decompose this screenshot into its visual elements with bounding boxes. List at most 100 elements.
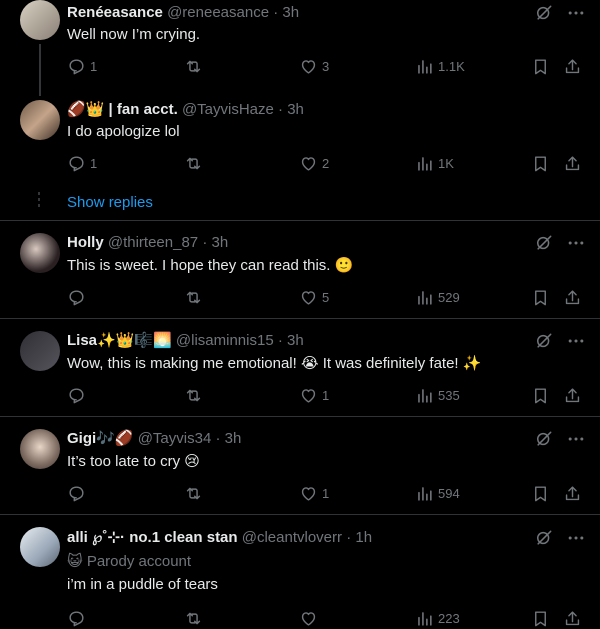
share-button[interactable] bbox=[563, 484, 582, 503]
author-handle[interactable]: @thirteen_87 bbox=[108, 234, 198, 251]
tweet-text-body: It’s too late to cry bbox=[67, 453, 181, 470]
tweet-top-actions bbox=[534, 3, 586, 23]
author-handle[interactable]: @lisaminnis15 bbox=[176, 332, 274, 349]
like-button[interactable]: 1 bbox=[299, 386, 329, 405]
tweet[interactable]: 🏈👑 | fan acct. @TayvisHaze · 3h I do apo… bbox=[0, 100, 600, 220]
share-icon bbox=[563, 288, 582, 307]
tweet[interactable]: Renéeasance @reneeasance · 3h Well now I… bbox=[0, 0, 600, 96]
author-name[interactable]: Gigi bbox=[67, 430, 96, 447]
more-icon[interactable] bbox=[566, 528, 586, 548]
tweet[interactable]: Holly @thirteen_87 · 3h This is sweet. I… bbox=[0, 221, 600, 318]
tweet[interactable]: alli ℘˚⊹· no.1 clean stan @cleantvloverr… bbox=[0, 515, 600, 628]
bookmark-button[interactable] bbox=[531, 609, 550, 628]
repost-button[interactable] bbox=[184, 484, 203, 503]
repost-button[interactable] bbox=[184, 154, 203, 173]
reply-icon bbox=[67, 57, 86, 76]
timestamp[interactable]: · 3h bbox=[278, 332, 304, 349]
views-button[interactable]: 1.1K bbox=[415, 57, 465, 76]
views-button[interactable]: 223 bbox=[415, 609, 460, 628]
tweet-text: This is sweet. I hope they can read this… bbox=[67, 256, 353, 276]
like-button[interactable]: 3 bbox=[299, 57, 329, 76]
avatar[interactable] bbox=[20, 527, 60, 567]
reply-icon bbox=[67, 609, 86, 628]
share-icon bbox=[563, 57, 582, 76]
like-button[interactable]: 5 bbox=[299, 288, 329, 307]
reply-button[interactable] bbox=[67, 484, 86, 503]
grok-icon[interactable] bbox=[534, 331, 554, 351]
tweet-text-body: Wow, this is making me emotional! bbox=[67, 355, 297, 372]
views-icon bbox=[415, 288, 434, 307]
views-button[interactable]: 594 bbox=[415, 484, 460, 503]
author-handle[interactable]: @Tayvis34 bbox=[138, 430, 212, 447]
bookmark-button[interactable] bbox=[531, 386, 550, 405]
timestamp[interactable]: · 3h bbox=[215, 430, 241, 447]
like-button[interactable]: 1 bbox=[299, 484, 329, 503]
more-icon[interactable] bbox=[566, 429, 586, 449]
action-bar: 5 529 bbox=[67, 288, 587, 308]
more-icon[interactable] bbox=[566, 233, 586, 253]
repost-button[interactable] bbox=[184, 386, 203, 405]
share-button[interactable] bbox=[563, 57, 582, 76]
author-name[interactable]: Lisa bbox=[67, 332, 97, 349]
parody-label-text: Parody account bbox=[86, 553, 192, 570]
bookmark-button[interactable] bbox=[531, 484, 550, 503]
tweet-text: Wow, this is making me emotional! 😭 It w… bbox=[67, 354, 481, 374]
grok-icon[interactable] bbox=[534, 3, 554, 23]
bookmark-button[interactable] bbox=[531, 57, 550, 76]
author-name[interactable]: Renéeasance bbox=[67, 4, 163, 21]
timestamp[interactable]: · 3h bbox=[202, 234, 228, 251]
author-handle[interactable]: @reneeasance bbox=[167, 4, 269, 21]
share-button[interactable] bbox=[563, 386, 582, 405]
like-button[interactable]: 2 bbox=[299, 154, 329, 173]
tweet[interactable]: Lisa✨👑🎼🌅 @lisaminnis15 · 3h Wow, this is… bbox=[0, 319, 600, 416]
repost-button[interactable] bbox=[184, 288, 203, 307]
more-icon[interactable] bbox=[566, 3, 586, 23]
avatar[interactable] bbox=[20, 100, 60, 140]
like-count: 2 bbox=[322, 156, 330, 171]
tweet[interactable]: Gigi🎶🏈 @Tayvis34 · 3h It’s too late to c… bbox=[0, 417, 600, 514]
view-count: 223 bbox=[438, 611, 460, 626]
views-icon bbox=[415, 57, 434, 76]
author-handle[interactable]: @TayvisHaze bbox=[182, 101, 274, 118]
author-name[interactable]: Holly bbox=[67, 234, 104, 251]
reply-button[interactable]: 1 bbox=[67, 57, 97, 76]
author-handle[interactable]: @cleantvloverr bbox=[242, 529, 342, 546]
more-icon[interactable] bbox=[566, 331, 586, 351]
timestamp[interactable]: · 3h bbox=[273, 4, 299, 21]
reply-icon bbox=[67, 386, 86, 405]
share-button[interactable] bbox=[563, 288, 582, 307]
avatar[interactable] bbox=[20, 429, 60, 469]
share-button[interactable] bbox=[563, 154, 582, 173]
views-button[interactable]: 529 bbox=[415, 288, 460, 307]
repost-button[interactable] bbox=[184, 57, 203, 76]
grok-icon[interactable] bbox=[534, 429, 554, 449]
reply-button[interactable] bbox=[67, 609, 86, 628]
grok-icon[interactable] bbox=[534, 233, 554, 253]
reply-button[interactable] bbox=[67, 386, 86, 405]
tweet-text-body-2: It was definitely fate! bbox=[322, 355, 459, 372]
timestamp[interactable]: · 3h bbox=[278, 101, 304, 118]
share-icon bbox=[563, 609, 582, 628]
repost-button[interactable] bbox=[184, 609, 203, 628]
avatar[interactable] bbox=[20, 331, 60, 371]
share-button[interactable] bbox=[563, 609, 582, 628]
like-button[interactable] bbox=[299, 609, 318, 628]
author-name[interactable]: alli ℘˚⊹· no.1 clean stan bbox=[67, 529, 238, 546]
avatar[interactable] bbox=[20, 233, 60, 273]
bookmark-button[interactable] bbox=[531, 288, 550, 307]
author-name[interactable]: | fan acct. bbox=[109, 101, 178, 118]
reply-button[interactable] bbox=[67, 288, 86, 307]
reply-count: 1 bbox=[90, 59, 98, 74]
tweet-header: 🏈👑 | fan acct. @TayvisHaze · 3h bbox=[67, 100, 304, 120]
views-button[interactable]: 1K bbox=[415, 154, 454, 173]
avatar[interactable] bbox=[20, 0, 60, 40]
views-button[interactable]: 535 bbox=[415, 386, 460, 405]
timestamp[interactable]: · 1h bbox=[346, 529, 372, 546]
show-replies-link[interactable]: Show replies bbox=[67, 194, 153, 211]
heart-icon bbox=[299, 484, 318, 503]
reply-button[interactable]: 1 bbox=[67, 154, 97, 173]
grok-icon[interactable] bbox=[534, 528, 554, 548]
bookmark-button[interactable] bbox=[531, 154, 550, 173]
repost-icon bbox=[184, 288, 203, 307]
repost-icon bbox=[184, 609, 203, 628]
